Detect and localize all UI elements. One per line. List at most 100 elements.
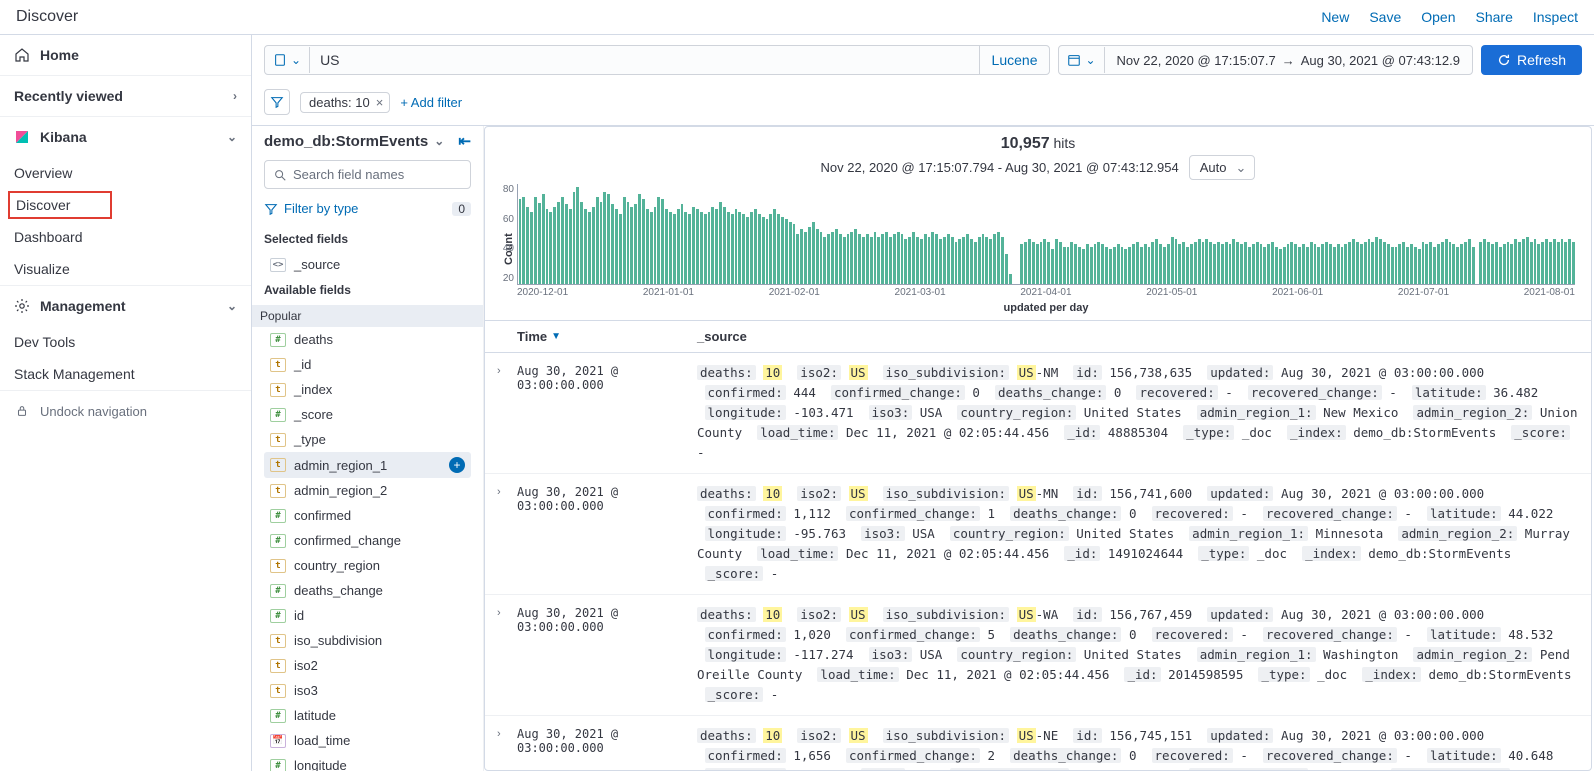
chart-bar[interactable] [700, 212, 703, 285]
chart-bar[interactable] [1024, 242, 1027, 285]
chart-bar[interactable] [1449, 242, 1452, 285]
chart-bar[interactable] [1078, 247, 1081, 285]
nav-recent[interactable]: Recently viewed › [0, 76, 251, 116]
chart-bar[interactable] [793, 224, 796, 284]
top-link-inspect[interactable]: Inspect [1533, 9, 1578, 25]
chart-bar[interactable] [569, 209, 572, 284]
chart-bar[interactable] [1441, 242, 1444, 285]
chart-bar[interactable] [1009, 274, 1012, 284]
chart-bar[interactable] [1507, 242, 1510, 285]
chart-bar[interactable] [1433, 247, 1436, 285]
chart-bar[interactable] [897, 232, 900, 285]
chart-bar[interactable] [1209, 242, 1212, 285]
chart-bar[interactable] [615, 209, 618, 284]
chart-bar[interactable] [576, 187, 579, 285]
chart-bar[interactable] [642, 199, 645, 284]
chart-bar[interactable] [1545, 239, 1548, 284]
field-item[interactable]: tiso_subdivision [264, 628, 471, 653]
chart-bar[interactable] [522, 197, 525, 285]
chart-bar[interactable] [858, 234, 861, 284]
chart-bar[interactable] [627, 202, 630, 285]
nav-item-dashboard[interactable]: Dashboard [0, 221, 251, 253]
chart-bar[interactable] [1240, 244, 1243, 284]
chart-bar[interactable] [654, 207, 657, 285]
chart-bar[interactable] [1136, 242, 1139, 285]
query-input[interactable]: US [310, 52, 978, 68]
chart-bar[interactable] [1395, 247, 1398, 285]
chart-bar[interactable] [773, 209, 776, 284]
chart-bar[interactable] [1109, 249, 1112, 284]
chart-bar[interactable] [1306, 247, 1309, 285]
nav-item-dev-tools[interactable]: Dev Tools [0, 326, 251, 358]
chart-bar[interactable] [1159, 244, 1162, 284]
chart-bar[interactable] [1232, 239, 1235, 284]
chart-bar[interactable] [1182, 242, 1185, 285]
chart-bar[interactable] [1387, 244, 1390, 284]
chart-bar[interactable] [546, 209, 549, 284]
chart-bar[interactable] [1364, 242, 1367, 285]
nav-kibana[interactable]: Kibana ⌄ [0, 117, 251, 157]
chart-bar[interactable] [634, 204, 637, 284]
chart-bar[interactable] [746, 217, 749, 285]
chart-bar[interactable] [1113, 247, 1116, 285]
chart-bar[interactable] [1398, 244, 1401, 284]
field-item[interactable]: tadmin_region_2 [264, 478, 471, 503]
column-time[interactable]: Time ▼ [517, 329, 697, 344]
chart-bar[interactable] [1541, 242, 1544, 285]
chart-bar[interactable] [530, 212, 533, 285]
chart-bar[interactable] [549, 212, 552, 285]
chart-bar[interactable] [1036, 244, 1039, 284]
close-icon[interactable]: × [376, 95, 384, 110]
top-link-share[interactable]: Share [1476, 9, 1513, 25]
field-item[interactable]: 📅load_time [264, 728, 471, 753]
chart-bar[interactable] [1530, 242, 1533, 285]
chart-bar[interactable] [542, 194, 545, 284]
chart-bar[interactable] [970, 239, 973, 284]
chart-bar[interactable] [1383, 242, 1386, 285]
chart-bar[interactable] [1086, 244, 1089, 284]
chart-bar[interactable] [1020, 244, 1023, 284]
saved-query-button[interactable]: ⌄ [265, 47, 310, 73]
chart-bar[interactable] [1317, 247, 1320, 285]
chart-bar[interactable] [1067, 247, 1070, 285]
chart-bar[interactable] [1561, 239, 1564, 284]
chart-bar[interactable] [1460, 244, 1463, 284]
chart-bar[interactable] [1406, 247, 1409, 285]
chart-bar[interactable] [1422, 242, 1425, 285]
chart-bar[interactable] [1028, 239, 1031, 284]
chart-bar[interactable] [874, 232, 877, 285]
field-item[interactable]: t_type [264, 427, 471, 452]
chart-bar[interactable] [742, 214, 745, 284]
chart-bar[interactable] [877, 237, 880, 285]
chart-bar[interactable] [1337, 244, 1340, 284]
date-picker[interactable]: ⌄ Nov 22, 2020 @ 17:15:07.7 → Aug 30, 20… [1058, 45, 1472, 75]
interval-select[interactable]: Auto [1189, 155, 1256, 180]
chart-bar[interactable] [711, 207, 714, 285]
chart-bar[interactable] [966, 234, 969, 284]
chart-bar[interactable] [1352, 239, 1355, 284]
chart-bar[interactable] [561, 197, 564, 285]
field-item[interactable]: t_id [264, 352, 471, 377]
chart-bar[interactable] [820, 232, 823, 285]
field-item[interactable]: t_index [264, 377, 471, 402]
chart-bar[interactable] [943, 237, 946, 285]
chart-bar[interactable] [823, 237, 826, 285]
chart-bar[interactable] [1391, 247, 1394, 285]
chart-bar[interactable] [812, 222, 815, 285]
chart-bar[interactable] [796, 234, 799, 284]
chart-bar[interactable] [1171, 237, 1174, 285]
chart-bar[interactable] [804, 232, 807, 285]
chart-bar[interactable] [1032, 242, 1035, 285]
chart-bar[interactable] [850, 232, 853, 285]
chart-bar[interactable] [758, 214, 761, 284]
chart-bar[interactable] [1140, 247, 1143, 285]
chart-bar[interactable] [904, 239, 907, 284]
chart-bar[interactable] [600, 202, 603, 285]
chart-bar[interactable] [584, 209, 587, 284]
expand-row-button[interactable]: › [497, 363, 517, 463]
field-item[interactable]: tadmin_region_1+ [264, 452, 471, 478]
chart-bar[interactable] [588, 212, 591, 285]
chart-bar[interactable] [1333, 247, 1336, 285]
chart-bar[interactable] [1425, 244, 1428, 284]
chart-bar[interactable] [985, 237, 988, 285]
